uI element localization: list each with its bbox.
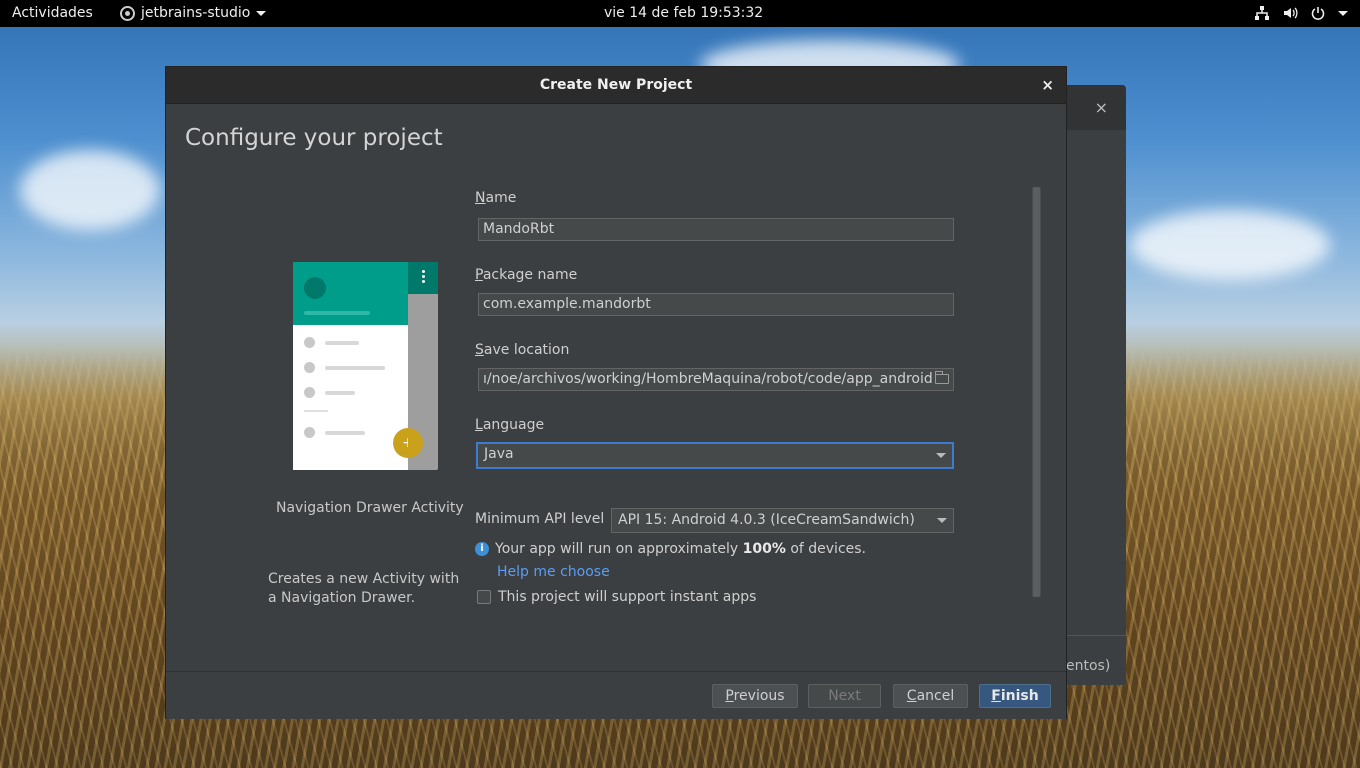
close-icon[interactable]: ×: [1041, 67, 1054, 104]
overflow-menu-icon: [420, 270, 426, 283]
dialog-title: Create New Project: [539, 77, 693, 93]
fab: [408, 428, 423, 458]
info-icon: i: [475, 542, 489, 556]
app-icon: [120, 5, 135, 21]
name-field[interactable]: MandoRbt: [478, 218, 954, 241]
instant-apps-option[interactable]: This project will support instant apps: [477, 589, 756, 605]
device-coverage-info: i Your app will run on approximately 100…: [475, 541, 866, 557]
close-icon[interactable]: ×: [1095, 98, 1108, 117]
chevron-down-icon: [1338, 10, 1348, 16]
scrollbar-thumb[interactable]: [1033, 187, 1040, 597]
divider: [304, 410, 328, 412]
navigation-drawer: [293, 262, 408, 470]
finish-button[interactable]: Finish: [979, 684, 1051, 708]
background-window-titlebar: ×: [1062, 85, 1126, 130]
language-value: Java: [484, 446, 514, 462]
drawer-item: [304, 337, 359, 348]
drawer-header: [293, 262, 408, 325]
avatar: [304, 277, 326, 299]
instant-apps-checkbox[interactable]: [477, 590, 491, 604]
divider: [1062, 635, 1126, 636]
create-project-dialog: Create New Project × Configure your proj…: [165, 66, 1067, 719]
drawer-header-line: [304, 311, 370, 315]
next-button[interactable]: Next: [808, 684, 881, 708]
page-title: Configure your project: [185, 125, 443, 151]
activities-button[interactable]: Actividades: [12, 5, 93, 21]
drawer-item: [304, 427, 365, 438]
background-window-text: entos): [1066, 658, 1111, 674]
drawer-item: [304, 387, 355, 398]
background-window: × entos): [1062, 85, 1126, 685]
save-location-field[interactable]: ı/noe/archivos/working/HombreMaquina/rob…: [478, 368, 954, 391]
dialog-footer: Previous Next Cancel Finish: [166, 672, 1066, 719]
save-location-label: Save location: [475, 342, 570, 358]
name-label: Name: [475, 190, 517, 206]
activity-preview-image: +: [293, 262, 438, 470]
drawer-item: [304, 362, 385, 373]
system-menu[interactable]: [1254, 5, 1348, 21]
min-api-select[interactable]: API 15: Android 4.0.3 (IceCreamSandwich): [611, 508, 954, 533]
chevron-down-icon: [256, 10, 267, 16]
dialog-titlebar: Create New Project ×: [166, 67, 1066, 104]
cloud: [20, 150, 160, 230]
chevron-down-icon: [937, 518, 947, 523]
instant-apps-label: This project will support instant apps: [498, 589, 757, 605]
save-location-value: ı/noe/archivos/working/HombreMaquina/rob…: [483, 371, 933, 387]
clock[interactable]: vie 14 de feb 19:53:32: [604, 5, 763, 21]
language-select[interactable]: Java: [476, 442, 954, 469]
min-api-value: API 15: Android 4.0.3 (IceCreamSandwich): [618, 512, 915, 528]
cancel-button[interactable]: Cancel: [893, 684, 968, 708]
top-bar: Actividades jetbrains-studio vie 14 de f…: [0, 0, 1360, 27]
folder-icon[interactable]: [934, 371, 949, 384]
volume-icon: [1282, 5, 1298, 21]
chevron-down-icon: [936, 453, 946, 458]
min-api-label: Minimum API level: [475, 511, 605, 527]
power-icon: [1310, 5, 1326, 21]
activity-name: Navigation Drawer Activity: [276, 500, 464, 516]
app-menu[interactable]: jetbrains-studio: [120, 5, 267, 21]
scrollbar[interactable]: [1032, 187, 1041, 597]
package-name-label: Package name: [475, 267, 578, 283]
previous-button[interactable]: Previous: [712, 684, 798, 708]
cloud: [1130, 210, 1330, 280]
app-name: jetbrains-studio: [141, 5, 251, 21]
language-label: Language: [475, 417, 545, 433]
help-me-choose-link[interactable]: Help me choose: [497, 564, 610, 580]
network-icon: [1254, 5, 1270, 21]
activity-description: Creates a new Activity with a Navigation…: [268, 571, 460, 606]
package-name-field[interactable]: com.example.mandorbt: [478, 293, 954, 316]
